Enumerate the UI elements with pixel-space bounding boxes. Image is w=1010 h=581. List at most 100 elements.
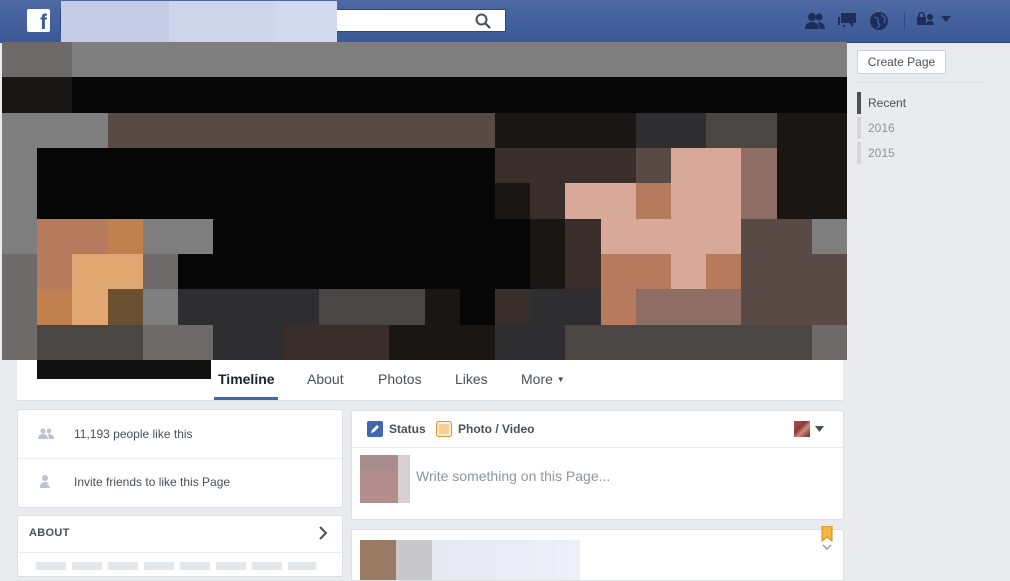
post-composer: Status Photo / Video Write something on … <box>351 410 844 520</box>
cover-pixel <box>741 148 778 184</box>
about-divider <box>18 552 342 553</box>
account-menu-chevron-down-icon[interactable] <box>940 15 952 23</box>
cover-pixel <box>318 254 355 290</box>
cover-pixel <box>178 324 214 360</box>
cover-pixel <box>318 324 355 360</box>
avatar <box>360 455 410 503</box>
cover-pixel <box>565 254 602 290</box>
messages-icon[interactable] <box>836 11 858 31</box>
cover-pixel <box>600 112 637 149</box>
cover-pixel <box>142 148 179 184</box>
cover-pixel <box>142 42 179 78</box>
create-page-button[interactable]: Create Page <box>857 50 946 74</box>
bookmark-icon[interactable] <box>821 526 833 542</box>
cover-pixel <box>354 289 390 326</box>
cover-pixel <box>530 218 566 255</box>
facebook-logo-icon[interactable]: f <box>27 9 50 32</box>
cover-pixel <box>741 183 778 220</box>
cover-pixel <box>424 42 461 78</box>
search-input[interactable] <box>60 1 506 45</box>
tab-timeline[interactable]: Timeline <box>218 371 275 387</box>
cover-pixel <box>72 218 109 255</box>
cover-pixel <box>494 42 531 78</box>
cover-pixel <box>600 183 637 220</box>
people-icon <box>38 426 54 442</box>
search-icon[interactable] <box>475 13 491 29</box>
likes-row[interactable]: 11,193 people like this <box>18 410 342 459</box>
cover-pixel <box>530 42 566 78</box>
cover-pixel <box>178 148 214 184</box>
cover-pixel <box>776 254 813 290</box>
status-tab[interactable]: Status <box>367 421 426 437</box>
cover-pixel <box>776 148 813 184</box>
friend-requests-icon[interactable] <box>804 11 826 31</box>
notifications-globe-icon[interactable] <box>868 11 890 31</box>
chevron-right-icon[interactable] <box>318 526 328 540</box>
cover-pixel <box>776 77 813 114</box>
tab-about[interactable]: About <box>307 371 344 387</box>
tab-more-label: More <box>521 371 553 387</box>
post-header-redacted <box>432 540 580 580</box>
cover-pixel <box>811 218 847 255</box>
cover-pixel <box>706 112 742 149</box>
cover-pixel <box>565 218 602 255</box>
timeline-year-2015[interactable]: 2015 <box>857 142 967 164</box>
cover-pixel <box>37 289 73 326</box>
cover-pixel <box>248 42 285 78</box>
cover-pixel <box>2 112 38 149</box>
post-author-avatar[interactable] <box>360 540 396 580</box>
cover-pixel <box>389 112 425 149</box>
topbar-divider <box>904 12 905 30</box>
cover-pixel <box>459 289 496 326</box>
cover-pixel <box>37 218 73 255</box>
cover-pixel <box>459 112 496 149</box>
page-tabs-bar: Timeline About Photos Likes More ▼ <box>17 360 843 401</box>
cover-pixel <box>142 324 179 360</box>
post-text-input[interactable]: Write something on this Page... <box>416 468 610 484</box>
cover-pixel <box>741 112 778 149</box>
tab-more[interactable]: More ▼ <box>521 371 565 387</box>
cover-pixel <box>178 183 214 220</box>
cover-pixel <box>635 218 672 255</box>
invite-friends-link[interactable]: Invite friends to like this Page <box>74 475 230 489</box>
cover-pixel <box>318 42 355 78</box>
tab-likes[interactable]: Likes <box>455 371 488 387</box>
likes-count-text: 11,193 people like this <box>74 427 193 441</box>
timeline-year-2016[interactable]: 2016 <box>857 117 967 139</box>
cover-pixel <box>459 218 496 255</box>
cover-pixel <box>72 77 109 114</box>
privacy-shortcuts-icon[interactable] <box>916 12 934 26</box>
cover-pixel <box>37 183 73 220</box>
cover-pixel <box>389 42 425 78</box>
cover-pixel <box>2 218 38 255</box>
cover-pixel <box>706 77 742 114</box>
about-section-title[interactable]: ABOUT <box>29 527 70 539</box>
cover-pixel <box>530 148 566 184</box>
cover-pixel <box>248 77 285 114</box>
cover-pixel <box>213 254 249 290</box>
cover-pixel <box>706 254 742 290</box>
cover-pixel <box>600 148 637 184</box>
cover-pixel <box>494 324 531 360</box>
invite-friends-row[interactable]: Invite friends to like this Page <box>18 458 342 506</box>
cover-pixel <box>248 183 285 220</box>
tab-photos[interactable]: Photos <box>378 371 422 387</box>
cover-pixel <box>37 254 73 290</box>
cover-pixel <box>283 324 320 360</box>
post-options-chevron-icon[interactable] <box>822 544 832 550</box>
post-header-redacted <box>396 540 432 580</box>
cover-pixel <box>213 183 249 220</box>
cover-pixel <box>776 218 813 255</box>
cover-pixel <box>635 148 672 184</box>
profile-picture[interactable] <box>34 360 214 382</box>
cover-photo[interactable] <box>2 42 847 360</box>
cover-pixel <box>2 324 38 360</box>
timeline-year-recent[interactable]: Recent <box>857 92 967 114</box>
caret-down-icon: ▼ <box>556 375 565 384</box>
photo-video-tab[interactable]: Photo / Video <box>436 421 534 437</box>
cover-pixel <box>494 289 531 326</box>
post-as-selector[interactable] <box>794 421 824 437</box>
cover-pixel <box>248 254 285 290</box>
cover-pixel <box>318 218 355 255</box>
cover-pixel <box>424 289 461 326</box>
